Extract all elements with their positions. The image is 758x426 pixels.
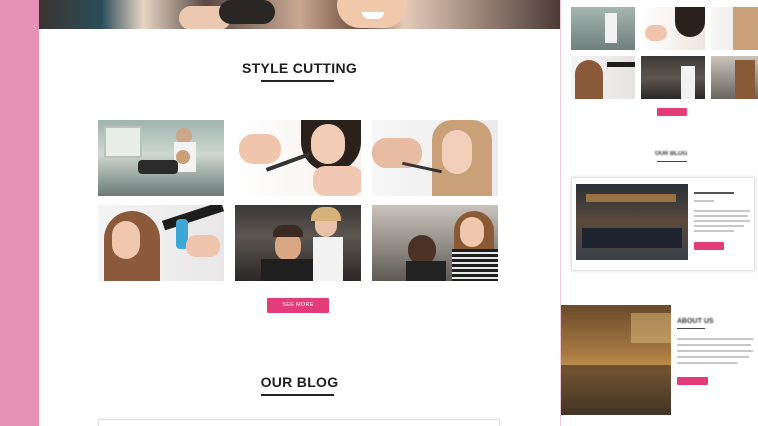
side-thumb-2[interactable] (641, 7, 705, 50)
side-thumb-figure (605, 13, 617, 43)
hand2-shape (313, 166, 361, 196)
main-page-preview: STYLE CUTTING SEE MORE OUR BLOG (39, 0, 560, 426)
side-about-text-line (677, 362, 737, 364)
style-cutting-underline (261, 80, 334, 82)
see-more-button[interactable]: SEE MORE (267, 298, 329, 313)
side-blog-text-line (694, 230, 734, 232)
side-thumb-6[interactable] (711, 56, 758, 99)
side-thumb-figure (681, 66, 695, 99)
side-blog-text-line (694, 210, 750, 212)
side-about-title: ABOUT US (677, 318, 714, 325)
side-blog-text-line (694, 225, 744, 227)
face-shape (442, 130, 472, 174)
side-about-text-line (677, 338, 753, 340)
side-see-more-button[interactable] (657, 108, 687, 116)
hair-dryer-icon (219, 0, 275, 24)
face-shape (112, 221, 140, 259)
side-thumb-5[interactable] (641, 56, 705, 99)
side-about-text-line (677, 344, 751, 346)
side-thumb-3[interactable] (711, 7, 758, 50)
client-legs-shape (138, 160, 178, 174)
client-head-shape (176, 150, 190, 164)
side-about-read-more-button[interactable] (677, 377, 708, 385)
side-about-chairs (561, 365, 671, 415)
side-blog-title: OUR BLOG (655, 151, 688, 157)
gallery-photo-hair-straightener[interactable] (98, 205, 224, 281)
side-thumb-hair (733, 7, 758, 50)
side-blog-read-more-button[interactable] (694, 242, 724, 250)
side-page-preview: OUR BLOG ABOUT US (560, 0, 758, 426)
gallery-photo-stylist-client[interactable] (372, 205, 498, 281)
side-blog-image (576, 184, 688, 260)
hand-shape (186, 235, 220, 257)
hero-image (39, 0, 560, 29)
side-thumb-hair (675, 7, 705, 37)
side-about-window (631, 313, 671, 343)
side-thumb-1[interactable] (571, 7, 635, 50)
style-cutting-title: STYLE CUTTING (241, 60, 358, 76)
gallery-photo-barber-styling[interactable] (235, 205, 361, 281)
side-about-underline (677, 328, 705, 329)
client-hair-shape (273, 225, 303, 237)
side-thumb-hair (575, 60, 603, 99)
side-about-text-line (677, 356, 749, 358)
side-blog-text-line (694, 215, 748, 217)
side-blog-text-line (694, 220, 750, 222)
stylist-hair-shape (311, 207, 341, 221)
side-blog-chairs (582, 228, 682, 248)
stylist-face-shape (460, 217, 484, 247)
left-accent-bar (0, 0, 39, 426)
side-thumb-4[interactable] (571, 56, 635, 99)
side-thumb-tool (607, 62, 635, 67)
face-shape (311, 124, 345, 164)
side-blog-card[interactable] (571, 177, 755, 271)
hand-shape (239, 134, 281, 164)
stylist-shirt-shape (313, 237, 343, 281)
hero-smile (362, 12, 384, 19)
gallery-photo-salon-interior[interactable] (98, 120, 224, 196)
stylist-striped-shirt-shape (452, 249, 498, 281)
side-blog-date (694, 200, 714, 202)
our-blog-title: OUR BLOG (260, 374, 339, 390)
mirror-shape (104, 126, 142, 158)
side-blog-lights (586, 194, 676, 202)
our-blog-underline (261, 394, 334, 396)
side-blog-underline (657, 161, 687, 162)
blog-card[interactable] (98, 419, 500, 426)
gallery-photo-scissors-cutting[interactable] (235, 120, 361, 196)
gallery-photo-comb-trim[interactable] (372, 120, 498, 196)
cape-shape (406, 261, 446, 281)
straightener-shape (161, 205, 224, 231)
side-about-image (561, 305, 671, 415)
side-about-text-line (677, 350, 753, 352)
side-thumb-hand (645, 25, 667, 41)
cape-shape (261, 259, 313, 281)
side-blog-post-title (694, 192, 734, 194)
side-thumb-hair (735, 60, 755, 99)
